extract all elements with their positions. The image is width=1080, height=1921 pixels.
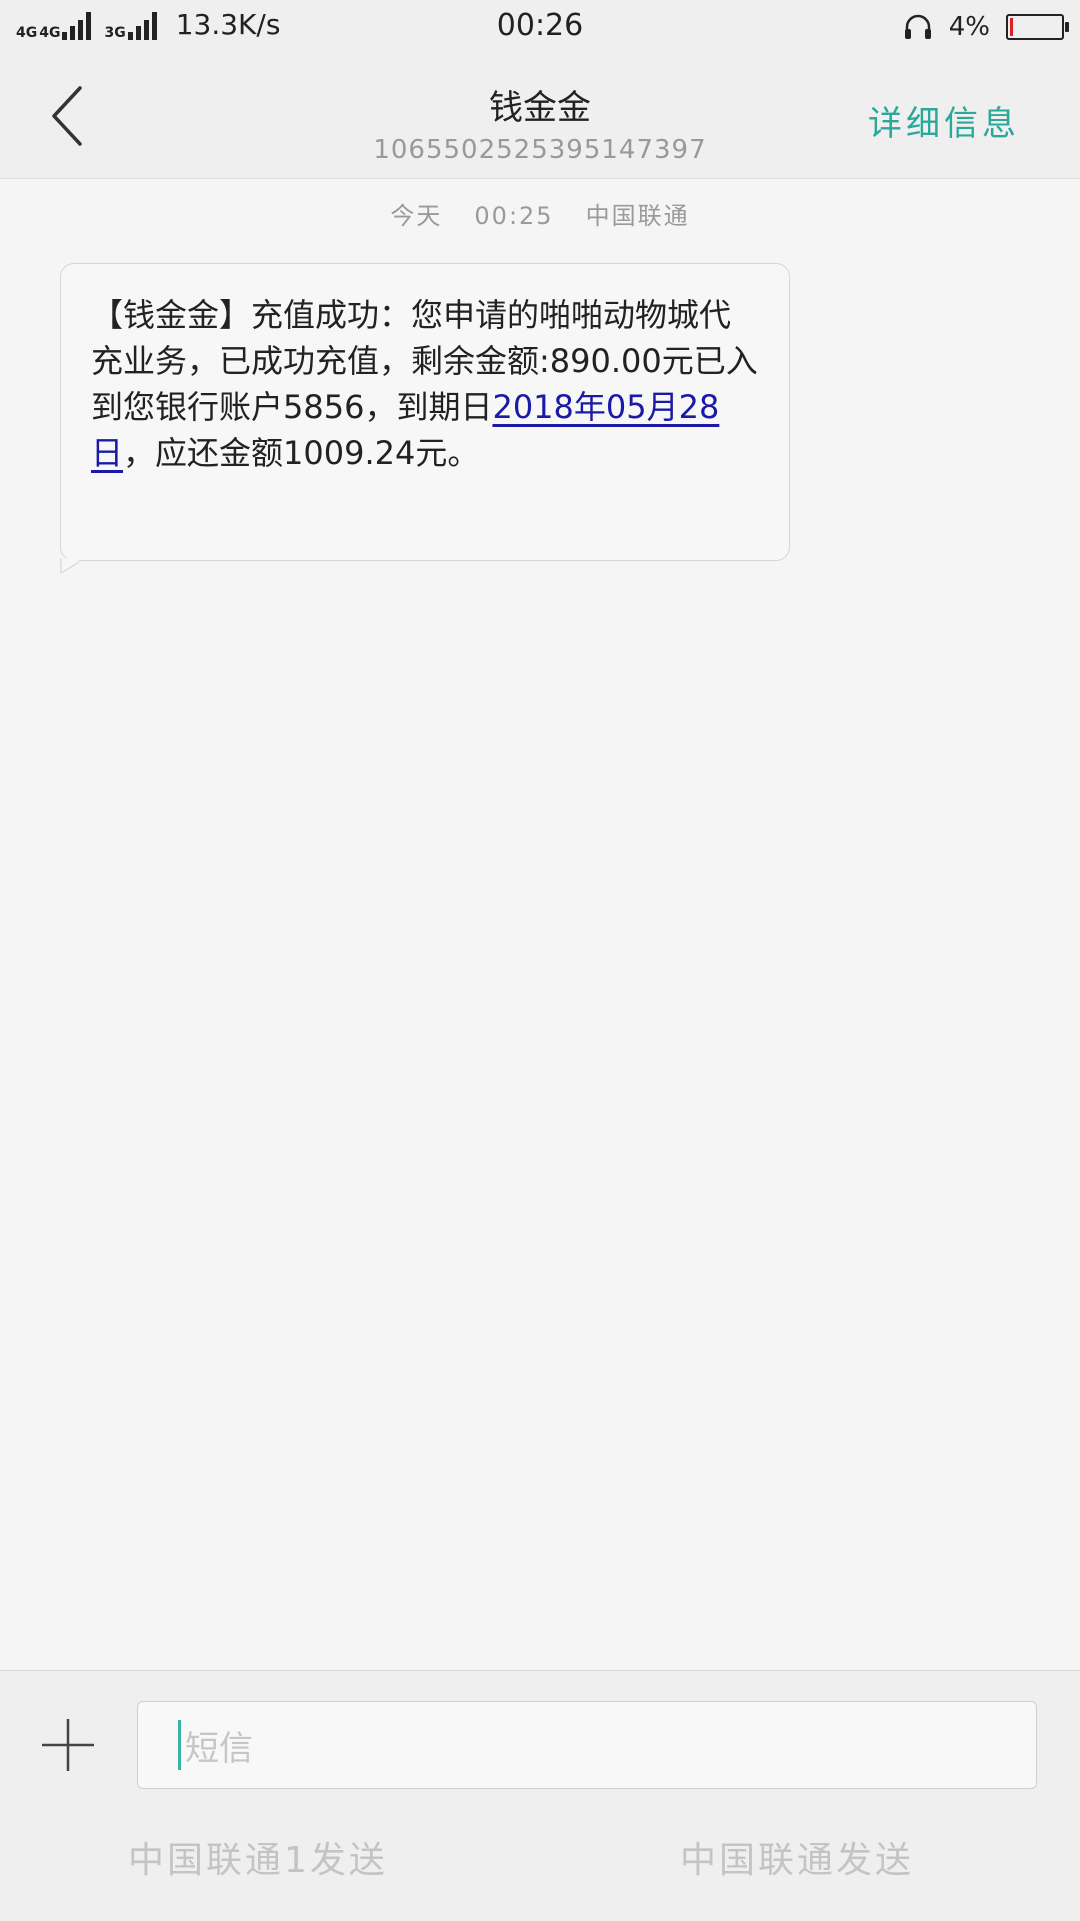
details-button[interactable]: 详细信息 — [868, 96, 1020, 145]
status-right: 4% — [903, 12, 1069, 42]
date-label: 今天 — [390, 202, 443, 230]
message-timestamp: 今天 00:25 中国联通 — [0, 196, 1080, 231]
status-bar: 4G 4G 3G 13.3K/s 00:26 4% — [0, 0, 1080, 56]
send-sim1-button[interactable]: 中国联通1发送 — [128, 1831, 388, 1883]
sms-input-placeholder: 短信 — [185, 1728, 253, 1769]
battery-fill — [1010, 18, 1013, 36]
composer-bar: 短信 中国联通1发送 中国联通发送 — [0, 1670, 1080, 1921]
message-text-part-2: ，应还金额1009.24元。 — [123, 434, 480, 472]
battery-icon — [1006, 14, 1069, 40]
bubble-tail — [60, 558, 80, 574]
sms-input[interactable]: 短信 — [137, 1701, 1037, 1789]
conversation-header: 钱金金 1065502525395147397 详细信息 — [0, 56, 1080, 179]
plus-icon[interactable] — [40, 1717, 96, 1773]
send-sim2-button[interactable]: 中国联通发送 — [680, 1831, 914, 1883]
headset-icon — [904, 14, 931, 39]
time-label: 00:25 — [474, 202, 554, 230]
incoming-message-bubble[interactable]: 【钱金金】充值成功：您申请的啪啪动物城代充业务，已成功充值，剩余金额:890.0… — [60, 263, 790, 561]
text-caret — [178, 1720, 181, 1770]
battery-percent: 4% — [948, 12, 990, 42]
carrier-label: 中国联通 — [585, 202, 690, 230]
